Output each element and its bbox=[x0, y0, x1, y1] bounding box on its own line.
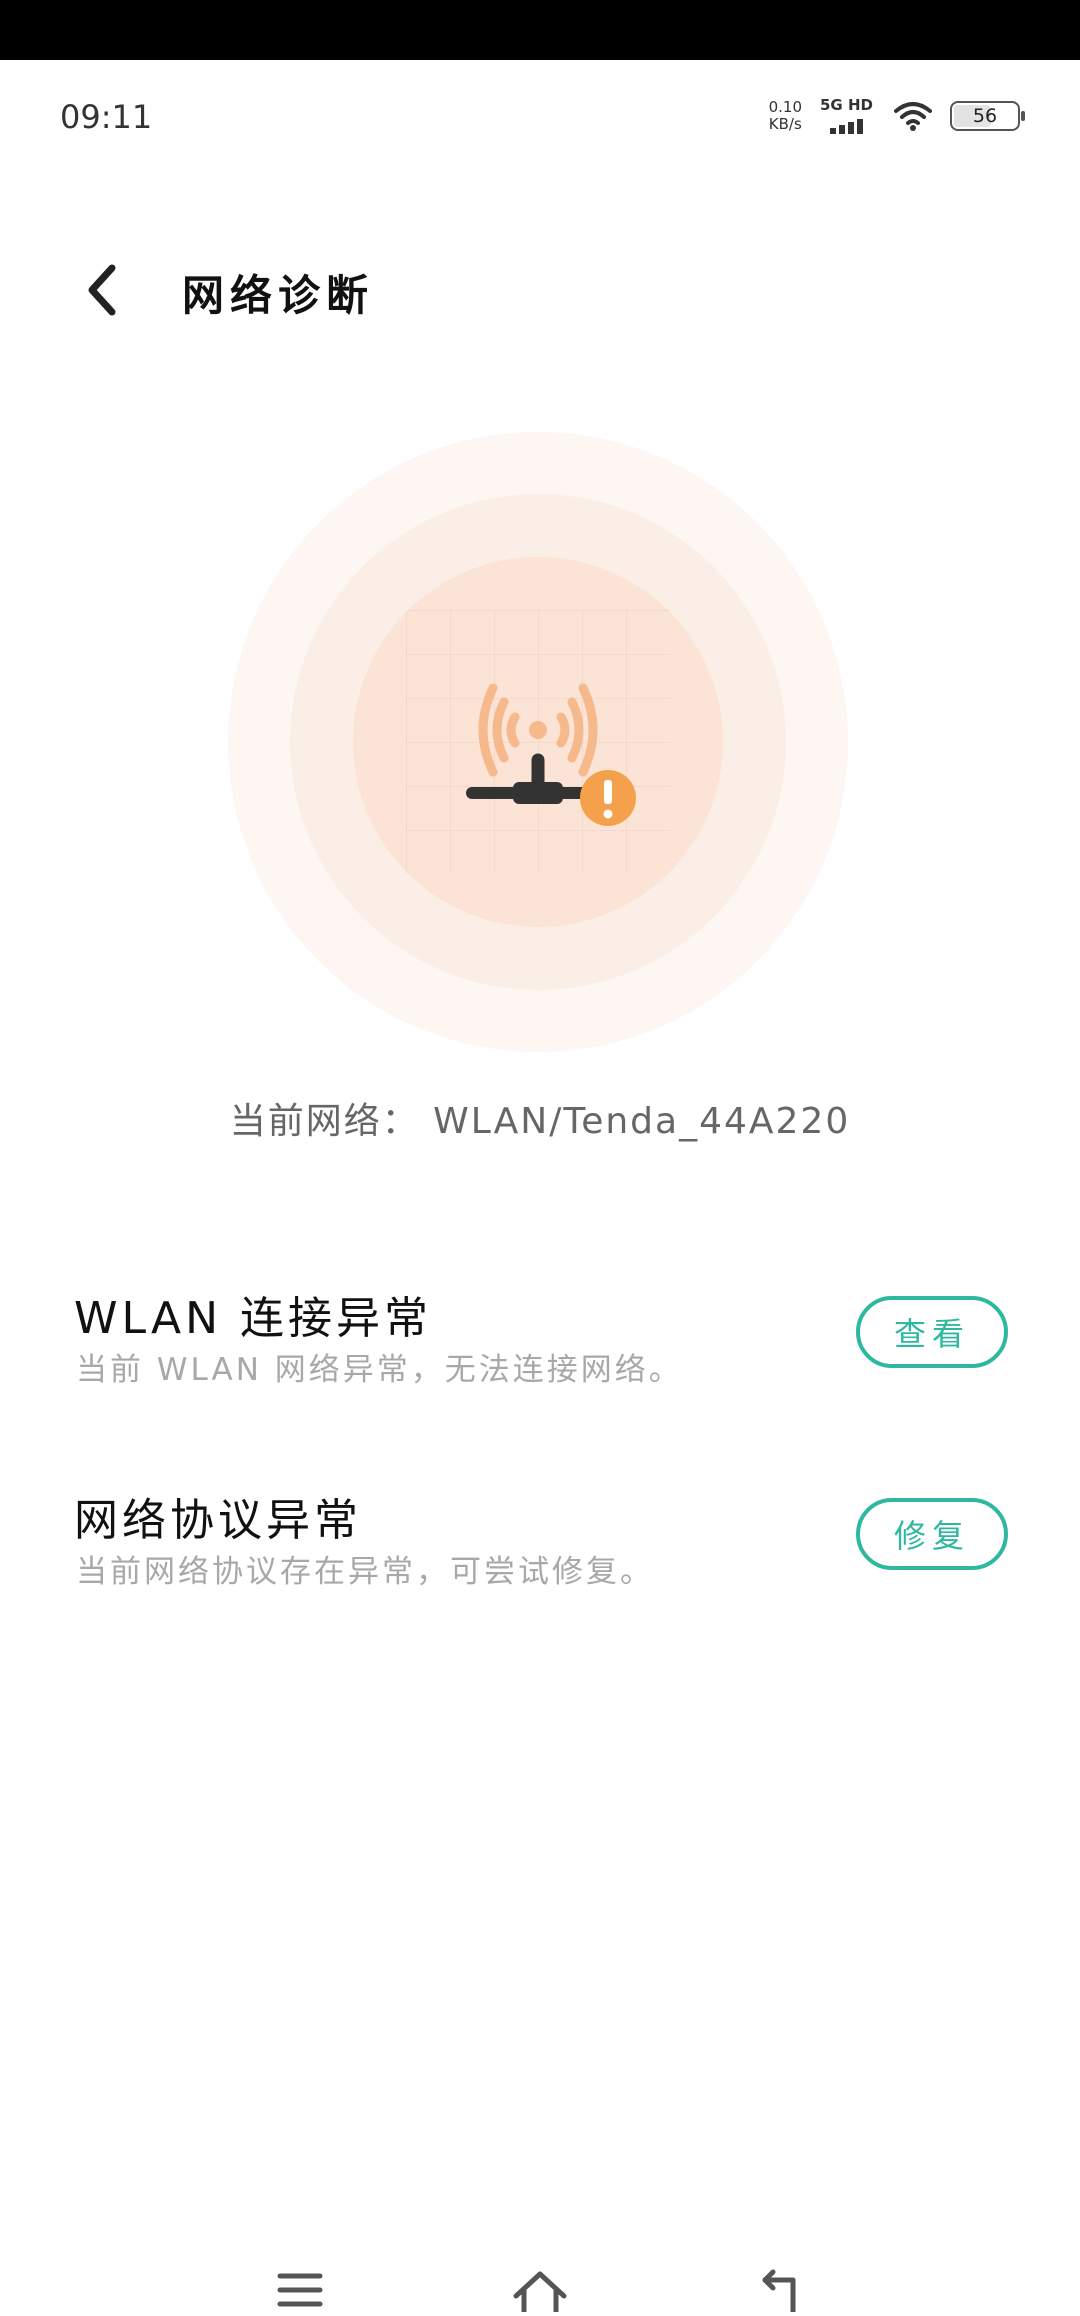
signal-icon: 5G HD bbox=[820, 96, 876, 136]
menu-icon bbox=[277, 2273, 323, 2307]
current-network-label: 当前网络： WLAN/Tenda_44A220 bbox=[229, 1101, 851, 1142]
battery-icon: 56 bbox=[950, 101, 1025, 131]
chevron-left-icon bbox=[88, 264, 116, 316]
view-button[interactable]: 查看 bbox=[856, 1296, 1008, 1368]
navigation-bar bbox=[0, 2260, 1080, 2316]
page-title: 网络诊断 bbox=[182, 271, 375, 320]
top-bezel bbox=[0, 0, 1080, 60]
router-warning-icon bbox=[466, 683, 636, 826]
wifi-icon bbox=[894, 102, 932, 131]
issue-title: WLAN 连接异常 bbox=[74, 1293, 433, 1344]
back-icon bbox=[762, 2269, 796, 2312]
issue-item: 网络协议异常 当前网络协议存在异常，可尝试修复。 修复 bbox=[0, 1484, 1080, 1614]
issue-description: 当前 WLAN 网络异常，无法连接网络。 bbox=[76, 1352, 683, 1388]
network-type: 5G HD bbox=[820, 96, 873, 114]
issue-item: WLAN 连接异常 当前 WLAN 网络异常，无法连接网络。 查看 bbox=[0, 1282, 1080, 1412]
network-speed: 0.10 KB/s bbox=[769, 99, 802, 133]
header: 网络诊断 bbox=[0, 240, 1080, 340]
battery-level: 56 bbox=[972, 105, 998, 127]
speed-unit: KB/s bbox=[768, 115, 802, 133]
repair-button[interactable]: 修复 bbox=[856, 1498, 1008, 1570]
menu-button[interactable] bbox=[265, 2268, 335, 2316]
issue-description: 当前网络协议存在异常，可尝试修复。 bbox=[76, 1554, 654, 1590]
home-icon bbox=[513, 2271, 567, 2312]
status-bar: 09:11 0.10 KB/s 5G HD 56 bbox=[0, 60, 1080, 170]
issue-title: 网络协议异常 bbox=[74, 1495, 362, 1546]
home-button[interactable] bbox=[505, 2268, 575, 2316]
back-nav-button[interactable] bbox=[745, 2268, 815, 2316]
status-indicators: 0.10 KB/s 5G HD 56 bbox=[769, 96, 1025, 136]
back-button[interactable] bbox=[70, 258, 134, 322]
speed-value: 0.10 bbox=[768, 98, 802, 116]
diagnosis-graphic bbox=[228, 432, 848, 1052]
status-time: 09:11 bbox=[60, 98, 153, 136]
